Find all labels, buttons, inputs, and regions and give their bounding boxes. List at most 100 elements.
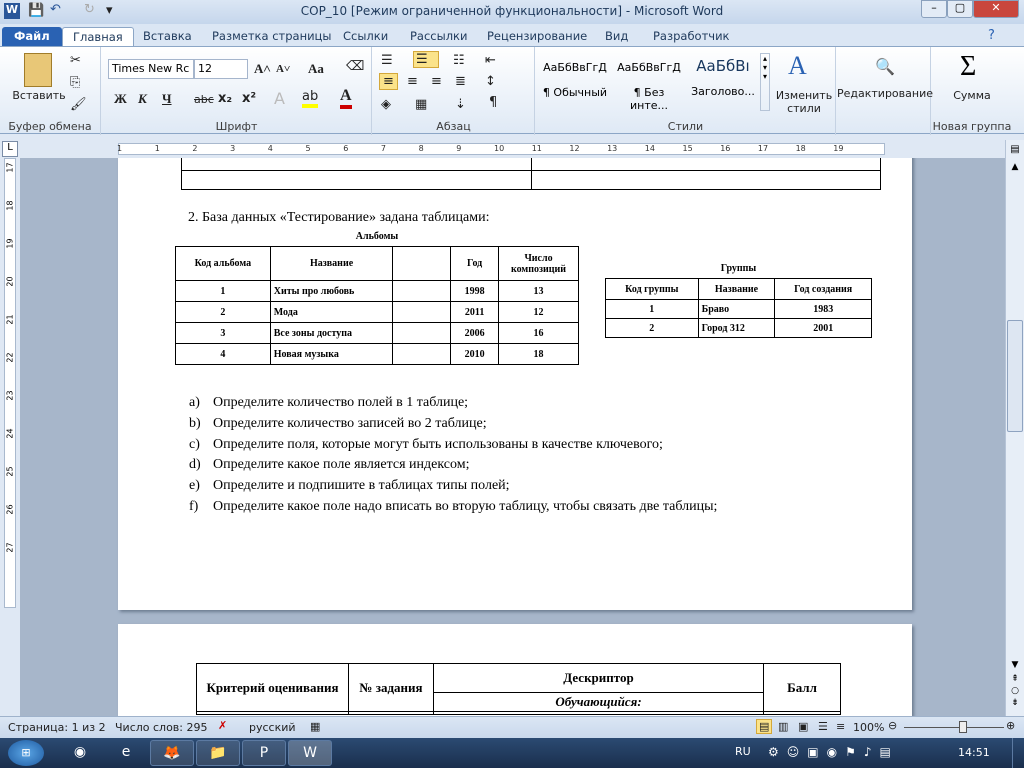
show-desktop-button[interactable] bbox=[1012, 738, 1024, 768]
justify-icon[interactable]: ≣ bbox=[455, 74, 466, 89]
table-row: 2 Мода 2011 12 bbox=[175, 301, 579, 323]
show-marks-button[interactable]: ¶ bbox=[489, 95, 497, 110]
maximize-button[interactable]: ▢ bbox=[947, 0, 973, 18]
binoculars-icon[interactable]: 🔍 bbox=[875, 57, 895, 76]
word-taskbar-icon[interactable]: W bbox=[288, 740, 332, 766]
font-color-icon[interactable]: A bbox=[340, 87, 352, 109]
albums-header-cell: Название bbox=[269, 246, 394, 281]
paste-button[interactable]: Вставить bbox=[8, 89, 70, 102]
clock[interactable]: 14:51 bbox=[958, 746, 990, 759]
change-styles-button[interactable]: Изменить стили bbox=[772, 89, 836, 115]
vertical-ruler[interactable]: 17 18 19 20 21 22 23 24 25 26 27 bbox=[0, 158, 20, 716]
style-heading[interactable]: АаБбВı Заголово... bbox=[688, 53, 758, 107]
font-size-select[interactable]: 12 bbox=[194, 59, 248, 79]
tab-references[interactable]: Ссылки bbox=[333, 27, 398, 46]
styles-scroll[interactable]: ▴ ▾ ▾ bbox=[760, 53, 770, 111]
paste-icon[interactable] bbox=[24, 53, 52, 87]
cut-icon[interactable]: ✂ bbox=[70, 53, 81, 68]
font-name-select[interactable]: Times New Rc bbox=[108, 59, 194, 79]
align-center-icon[interactable]: ≡ bbox=[407, 74, 418, 89]
vertical-scrollbar[interactable]: ▤ ▲ ▼ ⇞ ○ ⇟ bbox=[1005, 140, 1024, 716]
strikethrough-button[interactable]: abc bbox=[194, 93, 214, 106]
shrink-font-button[interactable]: A˅ bbox=[276, 63, 290, 75]
editing-button[interactable]: Редактирование bbox=[837, 87, 933, 100]
numbering-icon[interactable]: ☰ bbox=[413, 51, 439, 68]
tab-page-layout[interactable]: Разметка страницы bbox=[202, 27, 341, 46]
change-styles-icon[interactable]: A bbox=[788, 51, 807, 81]
align-right-icon[interactable]: ≡ bbox=[431, 74, 442, 89]
ie-icon[interactable]: e bbox=[104, 740, 148, 766]
browse-object-icon[interactable]: ○ bbox=[1008, 686, 1022, 696]
format-painter-icon[interactable]: 🖌 bbox=[70, 97, 87, 112]
sum-icon[interactable]: Σ bbox=[960, 51, 976, 83]
print-layout-icon[interactable]: ▤ bbox=[756, 719, 773, 734]
firefox-icon[interactable]: 🦊 bbox=[150, 740, 194, 766]
ruler-toggle-icon[interactable]: ▤ bbox=[1008, 144, 1022, 158]
change-case-button[interactable]: Aa bbox=[308, 61, 324, 77]
word-count[interactable]: Число слов: 295 bbox=[115, 721, 208, 734]
tray-icons[interactable]: ⚙☺▣◉⚑♪▤ bbox=[768, 745, 899, 759]
previous-page-icon[interactable]: ⇞ bbox=[1008, 674, 1022, 684]
zoom-slider[interactable] bbox=[904, 727, 1004, 728]
zoom-level[interactable]: 100% bbox=[853, 721, 884, 734]
italic-button[interactable]: К bbox=[138, 91, 147, 107]
decrease-indent-icon[interactable]: ⇤ bbox=[485, 53, 496, 68]
subscript-button[interactable]: x₂ bbox=[218, 91, 232, 106]
macro-icon[interactable]: ▦ bbox=[310, 720, 320, 733]
full-screen-reading-icon[interactable]: ▥ bbox=[778, 720, 788, 733]
horizontal-ruler[interactable]: 1 1 2 3 4 5 6 7 8 9 10 11 12 13 14 15 16 17 18 19 bbox=[117, 143, 885, 155]
help-icon[interactable]: ? bbox=[988, 28, 995, 43]
outline-icon[interactable]: ☰ bbox=[818, 720, 828, 733]
tab-developer[interactable]: Разработчик bbox=[643, 27, 740, 46]
underline-button[interactable]: Ч bbox=[162, 91, 172, 107]
tab-selector[interactable]: L bbox=[2, 141, 18, 157]
chrome-icon[interactable]: ◉ bbox=[58, 740, 102, 766]
superscript-button[interactable]: x² bbox=[242, 91, 256, 106]
clear-formatting-icon[interactable]: ⌫ bbox=[346, 59, 364, 74]
align-left-icon[interactable]: ≡ bbox=[379, 73, 398, 90]
tab-review[interactable]: Рецензирование bbox=[477, 27, 597, 46]
zoom-in-icon[interactable]: ⊕ bbox=[1006, 719, 1015, 732]
sort-icon[interactable]: ⇣ bbox=[455, 97, 466, 112]
copy-icon[interactable]: ⎘ bbox=[70, 75, 80, 90]
explorer-icon[interactable]: 📁 bbox=[196, 740, 240, 766]
start-button[interactable]: ⊞ bbox=[8, 740, 44, 766]
list-marker: f) bbox=[189, 498, 199, 514]
multilevel-list-icon[interactable]: ☷ bbox=[453, 53, 465, 68]
scroll-down-icon[interactable]: ▼ bbox=[1008, 660, 1022, 670]
proofing-icon[interactable]: ✗ bbox=[218, 719, 227, 732]
line-spacing-icon[interactable]: ↕ bbox=[485, 74, 496, 89]
text-effects-icon[interactable]: A bbox=[274, 89, 285, 108]
sum-button[interactable]: Сумма bbox=[932, 89, 1012, 102]
list-marker: c) bbox=[189, 436, 200, 452]
grow-font-button[interactable]: A˄ bbox=[254, 61, 271, 77]
close-button[interactable]: ✕ bbox=[973, 0, 1019, 18]
shading-icon[interactable]: ◈ bbox=[381, 97, 391, 112]
powerpoint-icon[interactable]: P bbox=[242, 740, 286, 766]
borders-icon[interactable]: ▦ bbox=[415, 97, 427, 112]
input-language[interactable]: RU bbox=[735, 745, 751, 758]
scroll-up-icon[interactable]: ▲ bbox=[1008, 162, 1022, 172]
tab-view[interactable]: Вид bbox=[595, 27, 638, 46]
style-no-spacing[interactable]: АаБбВвГгД ¶ Без инте... bbox=[614, 53, 684, 112]
albums-cell: 1 bbox=[175, 280, 271, 302]
bullets-icon[interactable]: ☰ bbox=[381, 53, 393, 68]
paragraph-group: ☰ ☰ ☷ ⇤ ≡ ≡ ≡ ≣ ↕ ◈ ▦ ⇣ ¶ Абзац bbox=[373, 47, 535, 135]
bold-button[interactable]: Ж bbox=[114, 91, 127, 107]
page-count[interactable]: Страница: 1 из 2 bbox=[8, 721, 106, 734]
tab-insert[interactable]: Вставка bbox=[133, 27, 202, 46]
tab-home[interactable]: Главная bbox=[62, 27, 134, 46]
next-page-icon[interactable]: ⇟ bbox=[1008, 698, 1022, 708]
scroll-thumb[interactable] bbox=[1007, 320, 1023, 432]
tab-file[interactable]: Файл bbox=[2, 27, 62, 46]
page-2: Критерий оценивания № задания Дескриптор Ба… bbox=[118, 624, 912, 716]
draft-icon[interactable]: ≡ bbox=[836, 720, 845, 733]
highlight-icon[interactable]: ab bbox=[302, 89, 319, 108]
zoom-out-icon[interactable]: ⊖ bbox=[888, 719, 897, 732]
minimize-button[interactable]: – bbox=[921, 0, 947, 18]
style-normal[interactable]: АаБбВвГгД ¶ Обычный bbox=[540, 53, 610, 107]
web-layout-icon[interactable]: ▣ bbox=[798, 720, 808, 733]
zoom-slider-thumb[interactable] bbox=[958, 721, 967, 733]
tab-mailings[interactable]: Рассылки bbox=[400, 27, 477, 46]
language[interactable]: русский bbox=[249, 721, 296, 734]
